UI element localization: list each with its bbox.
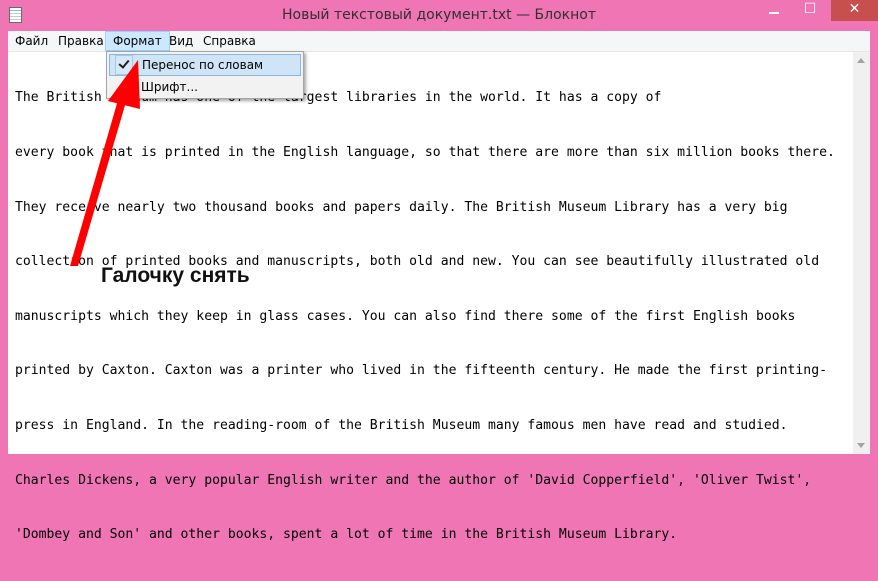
text-line: Charles Dickens, a very popular English … (15, 472, 812, 488)
arrow-shaft (70, 93, 128, 266)
arrow-head-icon (108, 60, 140, 109)
annotation-text: Галочку снять (101, 264, 250, 287)
red-arrow-annotation (70, 60, 140, 266)
notepad-window: Новый текстовый документ.txt — Блокнот ☐… (0, 0, 878, 542)
text-line: 'Dombey and Son' and other books, spent … (15, 527, 678, 543)
